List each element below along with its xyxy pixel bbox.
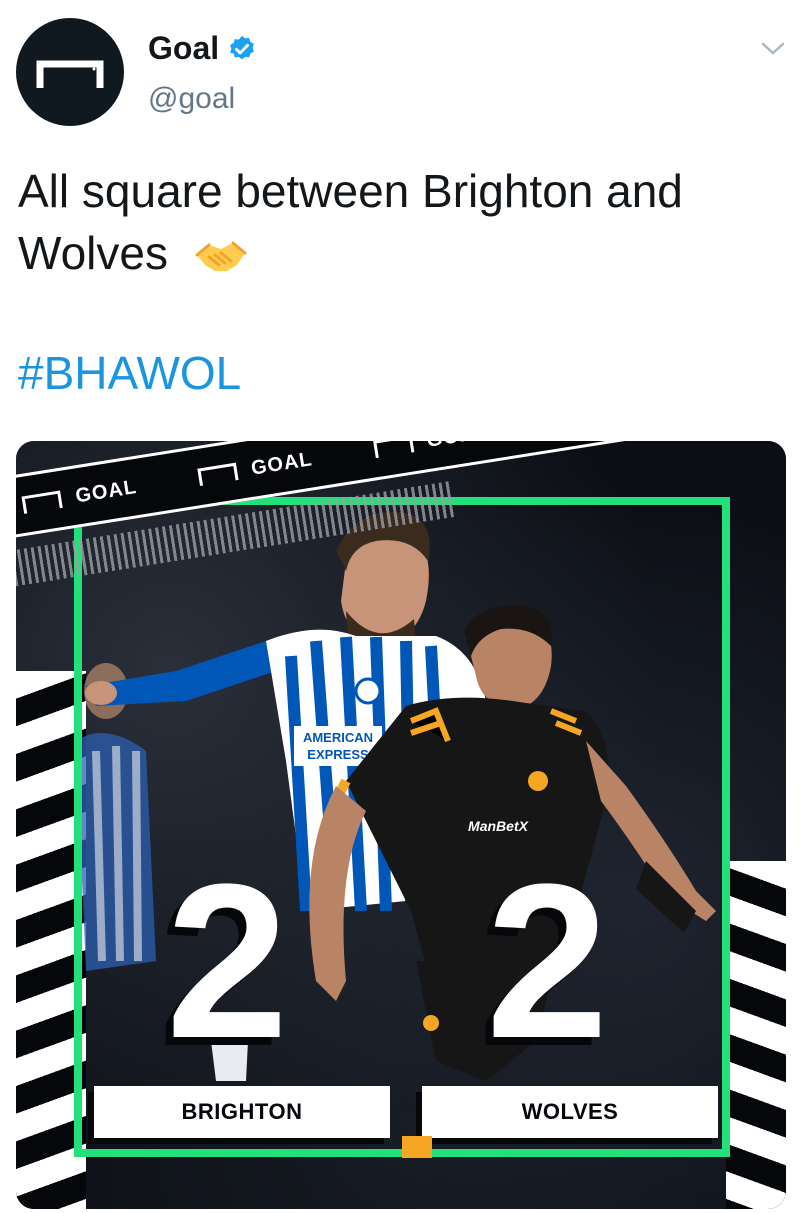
banner-word: GOAL — [425, 441, 490, 452]
away-team-name: WOLVES — [521, 1099, 619, 1124]
tweet-text-line-1: All square between Brighton and — [18, 165, 683, 217]
tweet-text-line-2: Wolves — [18, 227, 168, 279]
banner-item: GOAL — [194, 448, 314, 489]
tweet-text: All square between Brighton and Wolves — [18, 160, 778, 284]
author-name[interactable]: Goal — [148, 30, 219, 67]
away-team-label: WOLVES — [422, 1086, 718, 1138]
handshake-icon — [195, 241, 247, 271]
goal-logo-icon — [197, 462, 239, 487]
verified-badge-icon — [230, 35, 254, 59]
hashtag-link[interactable]: #BHAWOL — [18, 346, 241, 400]
avatar[interactable] — [16, 18, 124, 126]
banner-item: GOAL — [370, 441, 490, 461]
banner-item: GOAL — [19, 476, 139, 517]
home-team-name: BRIGHTON — [181, 1099, 303, 1124]
away-score: 2 — [486, 838, 609, 1084]
tweet-media-image[interactable]: AMERICAN EXPRESS ManBetX GOAL GOAL GOAL — [16, 441, 786, 1209]
home-score: 2 — [166, 838, 289, 1084]
chevron-down-icon[interactable] — [760, 40, 786, 58]
banner-word: GOAL — [249, 447, 314, 480]
accent-strip — [402, 1136, 432, 1158]
author-handle[interactable]: @goal — [148, 82, 235, 116]
goal-logo-icon — [36, 60, 104, 88]
author-name-row[interactable]: Goal — [148, 30, 257, 67]
goal-logo-icon — [372, 441, 414, 459]
home-team-label: BRIGHTON — [94, 1086, 390, 1138]
goal-logo-icon — [21, 490, 63, 514]
banner-word: GOAL — [73, 475, 139, 507]
